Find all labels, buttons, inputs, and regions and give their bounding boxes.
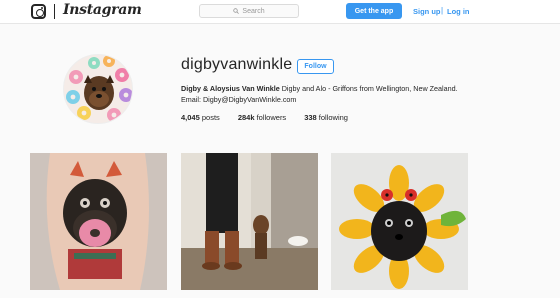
profile-full-name: Digby & Aloysius Van Winkle bbox=[181, 84, 280, 93]
follow-button[interactable]: Follow bbox=[297, 59, 334, 74]
posts-stat: 4,045 posts bbox=[181, 113, 220, 122]
sign-up-link[interactable]: Sign up bbox=[413, 7, 441, 16]
logo-divider bbox=[54, 4, 55, 19]
instagram-glyph-icon[interactable] bbox=[31, 4, 46, 19]
top-navigation-bar: Instagram Search Get the app Sign up | L… bbox=[0, 0, 560, 24]
auth-separator: | bbox=[441, 6, 444, 15]
followers-stat[interactable]: 284k followers bbox=[238, 113, 286, 122]
profile-username: digbyvanwinkle bbox=[181, 56, 293, 73]
posts-count: 4,045 bbox=[181, 113, 200, 122]
get-the-app-button[interactable]: Get the app bbox=[346, 3, 402, 19]
search-icon bbox=[233, 8, 240, 14]
following-count: 338 bbox=[304, 113, 317, 122]
search-input[interactable]: Search bbox=[199, 4, 299, 18]
post-thumbnail-2[interactable] bbox=[181, 153, 318, 290]
followers-count: 284k bbox=[237, 113, 255, 122]
post-thumbnail-1[interactable] bbox=[30, 153, 167, 290]
profile-bio: Digby & Aloysius Van Winkle Digby and Al… bbox=[181, 84, 466, 105]
profile-stats: 4,045 posts 284k followers 338 following bbox=[181, 113, 366, 122]
post-thumbnail-3[interactable] bbox=[331, 153, 468, 290]
posts-label: posts bbox=[201, 113, 220, 122]
profile-avatar[interactable] bbox=[63, 54, 133, 124]
following-stat[interactable]: 338 following bbox=[304, 113, 348, 122]
followers-label: followers bbox=[256, 113, 287, 122]
search-placeholder: Search bbox=[242, 7, 265, 15]
log-in-link[interactable]: Log in bbox=[447, 7, 470, 16]
instagram-wordmark[interactable]: Instagram bbox=[63, 2, 142, 18]
following-label: following bbox=[318, 113, 348, 122]
